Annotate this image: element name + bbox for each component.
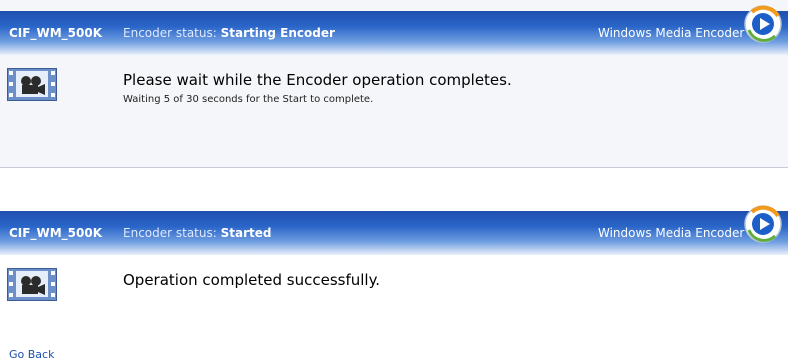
encoder-status-value: Started [220,226,272,240]
encoder-status: Encoder status: Started [123,226,271,240]
windows-media-encoder-play-icon [744,5,782,43]
encoder-status: Encoder status: Starting Encoder [123,26,335,40]
operation-progress-text: Waiting 5 of 30 seconds for the Start to… [123,94,374,105]
profile-name: CIF_WM_500K [9,226,102,240]
encoder-status-panel-started: CIF_WM_500K Encoder status: Started Wind… [0,200,788,362]
encoder-status-label: Encoder status: [123,226,221,240]
brand-name: Windows Media Encoder [598,26,745,40]
go-back-link[interactable]: Go Back [9,348,54,361]
encoder-status-value: Starting Encoder [220,26,335,40]
film-camera-icon [7,268,57,301]
operation-message: Operation completed successfully. [123,271,381,289]
film-camera-icon [7,68,57,101]
encoder-status-panel-starting: CIF_WM_500K Encoder status: Starting Enc… [0,0,788,168]
windows-media-encoder-play-icon [744,205,782,243]
panel-header: CIF_WM_500K Encoder status: Starting Enc… [0,11,788,55]
panel-header: CIF_WM_500K Encoder status: Started Wind… [0,211,788,255]
brand-name: Windows Media Encoder [598,226,745,240]
profile-name: CIF_WM_500K [9,26,102,40]
encoder-status-label: Encoder status: [123,26,221,40]
operation-message: Please wait while the Encoder operation … [123,71,512,89]
